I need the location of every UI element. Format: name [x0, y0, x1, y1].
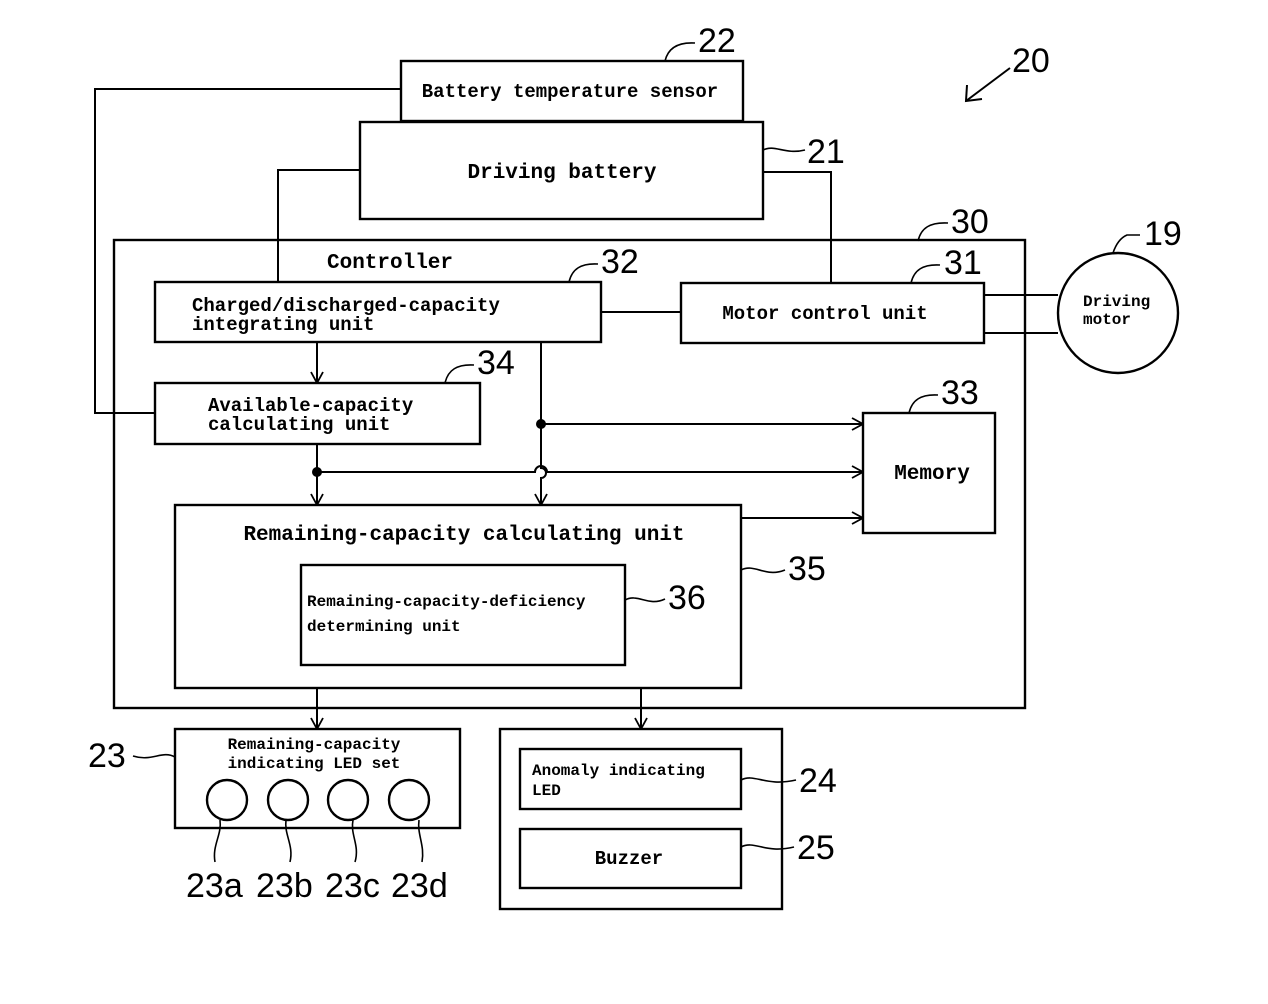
ref-23a: 23a [186, 867, 243, 905]
wire-available-to-memory [317, 465, 865, 479]
ref-24: 24 [799, 762, 837, 800]
led-set-label-line1: Remaining-capacity [228, 736, 401, 754]
controller-label: Controller [327, 252, 453, 275]
deficiency-unit-label-line2: determining unit [307, 618, 461, 636]
available-capacity-unit-block: Available-capacity calculating unit [153, 381, 482, 446]
available-capacity-label-line2: calculating unit [208, 414, 390, 436]
ref-23: 23 [88, 737, 126, 775]
led-23a [205, 778, 249, 822]
motor-control-unit-label: Motor control unit [722, 303, 927, 325]
led-set-label-line2: indicating LED set [228, 755, 401, 773]
ref-31: 31 [944, 244, 982, 282]
ref-21: 21 [807, 133, 845, 171]
junction-dot [536, 419, 546, 429]
remaining-capacity-unit-block: Remaining-capacity calculating unit Rema… [173, 503, 743, 690]
buzzer-block: Buzzer [518, 827, 743, 890]
ref-23c: 23c [325, 867, 380, 905]
deficiency-unit-label-line1: Remaining-capacity-deficiency [307, 593, 586, 611]
ref-34: 34 [477, 344, 515, 382]
alarm-group-block: Anomaly indicating LED Buzzer [498, 727, 784, 911]
buzzer-label: Buzzer [595, 848, 663, 870]
driving-motor-label-line2: motor [1083, 311, 1131, 329]
ref-25: 25 [797, 829, 835, 867]
ref-35: 35 [788, 550, 826, 588]
ref-20: 20 [1012, 42, 1050, 80]
block-diagram: Controller Battery temperature sensor Dr… [88, 22, 1182, 911]
led-23b [266, 778, 310, 822]
ref-23b: 23b [256, 867, 313, 905]
ref-23d: 23d [391, 867, 448, 905]
anomaly-led-label-line2: LED [532, 782, 561, 800]
figure-arrow [965, 67, 1011, 102]
driving-motor-label-line1: Driving [1083, 293, 1150, 311]
integrating-unit-block: Charged/discharged-capacity integrating … [153, 280, 603, 344]
deficiency-unit-block: Remaining-capacity-deficiency determinin… [299, 563, 627, 667]
ref-32: 32 [601, 243, 639, 281]
integrating-unit-label-line2: integrating unit [192, 314, 374, 336]
driving-battery-block: Driving battery [358, 120, 765, 221]
driving-battery-label: Driving battery [467, 162, 656, 185]
wire-battery-to-motor-control [763, 171, 832, 283]
ref-22: 22 [698, 22, 736, 60]
motor-control-unit-block: Motor control unit [679, 281, 986, 345]
ref-19: 19 [1144, 215, 1182, 253]
battery-temperature-sensor-block: Battery temperature sensor [399, 59, 745, 123]
ref-33: 33 [941, 374, 979, 412]
wire-sensor-to-available [94, 88, 401, 414]
anomaly-led-block: Anomaly indicating LED [518, 747, 743, 811]
ref-36: 36 [668, 579, 706, 617]
led-23c [326, 778, 370, 822]
led-set-block: Remaining-capacity indicating LED set [173, 727, 462, 863]
remaining-capacity-label: Remaining-capacity calculating unit [243, 524, 684, 547]
ref-30: 30 [951, 203, 989, 241]
anomaly-led-label-line1: Anomaly indicating [532, 762, 705, 780]
junction-dot [312, 467, 322, 477]
memory-block: Memory [861, 411, 997, 535]
memory-label: Memory [894, 463, 970, 486]
led-23d [387, 778, 431, 822]
driving-motor-block: Driving motor [1056, 251, 1180, 375]
battery-temperature-sensor-label: Battery temperature sensor [422, 81, 718, 103]
